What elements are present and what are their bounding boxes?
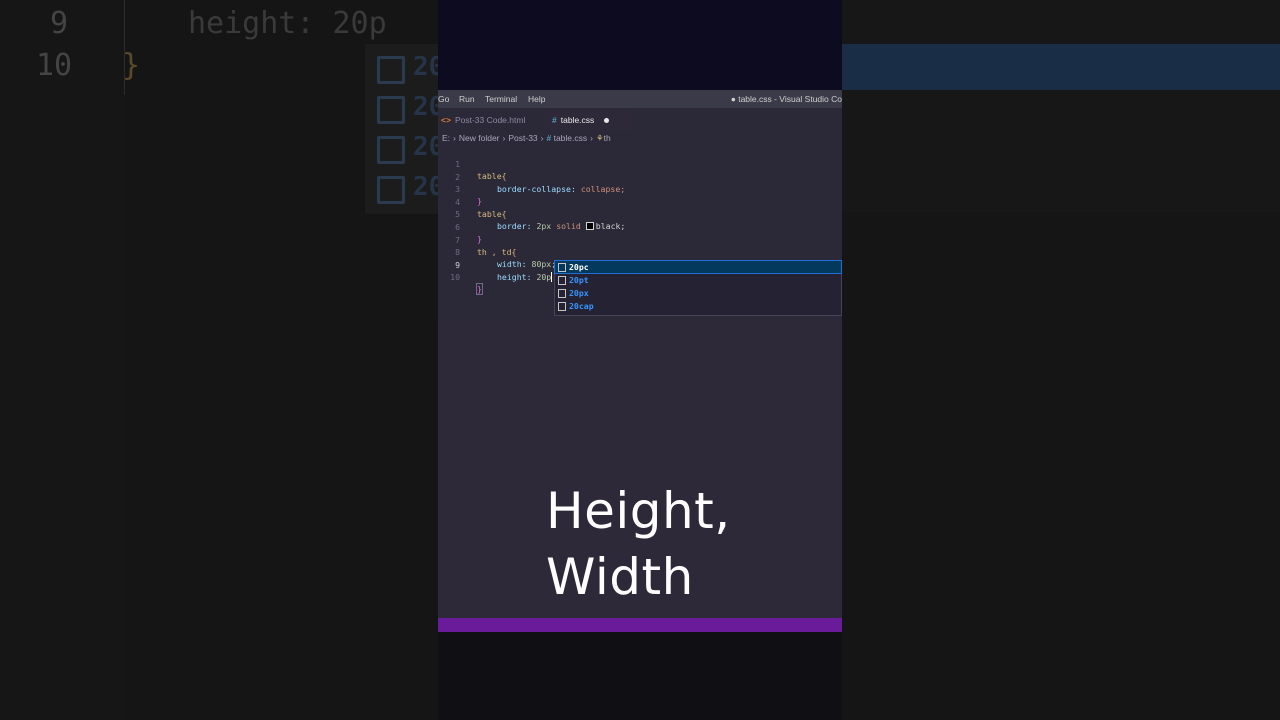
code-line: 2 border-collapse: collapse; bbox=[438, 159, 842, 194]
background-selection-band bbox=[842, 44, 1280, 90]
background-right-panel bbox=[842, 0, 1280, 212]
video-bottom-bar bbox=[438, 632, 842, 720]
breadcrumb-symbol[interactable]: th bbox=[604, 133, 611, 143]
unit-icon bbox=[558, 276, 566, 285]
tab-label: Post-33 Code.html bbox=[454, 115, 526, 125]
caption-line: Width bbox=[546, 548, 694, 606]
background-gutter bbox=[0, 0, 125, 720]
background-code-line: height: 20p bbox=[188, 6, 387, 41]
css-number: 20p bbox=[536, 271, 552, 282]
accent-bar bbox=[438, 618, 842, 632]
chevron-right-icon: › bbox=[590, 133, 593, 143]
menu-run[interactable]: Run bbox=[459, 94, 475, 104]
suggestion-label: 20cap bbox=[569, 301, 594, 311]
tab-label: table.css bbox=[560, 115, 595, 125]
unit-icon bbox=[377, 176, 405, 204]
breadcrumb-subfolder[interactable]: Post-33 bbox=[508, 133, 537, 143]
code-line: 3 } bbox=[438, 171, 842, 206]
code-line: 1 table{ bbox=[438, 146, 842, 181]
unsaved-dot-icon[interactable] bbox=[604, 118, 610, 124]
tab-post-33-code-html[interactable]: <> Post-33 Code.html bbox=[441, 110, 541, 130]
suggestion-item[interactable]: 20px bbox=[555, 287, 841, 299]
suggestion-item[interactable]: 20cap bbox=[555, 300, 841, 312]
unit-icon bbox=[558, 289, 566, 298]
closing-brace: } bbox=[476, 283, 483, 296]
unit-icon bbox=[377, 56, 405, 84]
css-file-icon: # bbox=[552, 115, 557, 125]
code-line: 6 } bbox=[438, 209, 842, 244]
background-line-number: 10 bbox=[36, 48, 73, 83]
chevron-right-icon: › bbox=[540, 133, 544, 143]
tab-table-css[interactable]: # table.css bbox=[544, 110, 632, 130]
suggestion-label: 20px bbox=[569, 288, 589, 298]
css-file-icon: # bbox=[546, 133, 554, 143]
css-property: height: bbox=[497, 271, 532, 282]
chevron-right-icon: › bbox=[502, 133, 506, 143]
unit-icon bbox=[377, 96, 405, 124]
menu-go[interactable]: Go bbox=[438, 94, 449, 104]
chevron-right-icon: › bbox=[453, 133, 456, 143]
background-line-number: 9 bbox=[50, 6, 69, 41]
window-title: ● table.css - Visual Studio Co bbox=[730, 94, 842, 104]
background-suggest-widget: 20 20 20 20 bbox=[365, 44, 445, 214]
unit-icon bbox=[558, 263, 566, 272]
line-number: 10 bbox=[450, 272, 460, 283]
video-top-bar bbox=[438, 0, 842, 90]
symbol-icon: ⚘ bbox=[595, 133, 604, 143]
video-frame: Go Run Terminal Help ● table.css - Visua… bbox=[438, 0, 842, 720]
suggestion-label: 20pt bbox=[569, 275, 589, 285]
code-line: 7 th , td{ bbox=[438, 222, 842, 257]
menu-terminal[interactable]: Terminal bbox=[485, 94, 517, 104]
code-line: 4 table{ bbox=[438, 184, 842, 219]
video-caption: Height, Width bbox=[546, 478, 731, 610]
tab-bar: <> Post-33 Code.html # table.css bbox=[438, 110, 842, 130]
menu-help[interactable]: Help bbox=[528, 94, 545, 104]
breadcrumb-folder[interactable]: New folder bbox=[459, 133, 500, 143]
text-cursor bbox=[551, 271, 553, 282]
suggestion-item[interactable]: 20pt bbox=[555, 274, 841, 286]
breadcrumb: E: › New folder › Post-33 › # table.css › ⚘th bbox=[442, 133, 611, 144]
suggestion-item[interactable]: 20pc bbox=[554, 260, 842, 274]
caption-line: Height, bbox=[546, 482, 731, 540]
code-line: 5 border: 2px solid black; bbox=[438, 196, 842, 231]
background-code-line: } bbox=[122, 48, 141, 83]
autocomplete-widget: 20pc 20pt 20px 20cap bbox=[554, 260, 842, 316]
unit-icon bbox=[558, 302, 566, 311]
unit-icon bbox=[377, 136, 405, 164]
code-line-current: 9 height: 20p bbox=[438, 247, 842, 282]
menubar: Go Run Terminal Help ● table.css - Visua… bbox=[438, 90, 842, 108]
breadcrumb-drive[interactable]: E: bbox=[442, 133, 450, 143]
html-file-icon: <> bbox=[441, 115, 451, 125]
breadcrumb-file[interactable]: table.css bbox=[554, 133, 588, 143]
suggestion-label: 20pc bbox=[569, 262, 589, 272]
code-line: 8 width: 80px; bbox=[438, 234, 842, 269]
